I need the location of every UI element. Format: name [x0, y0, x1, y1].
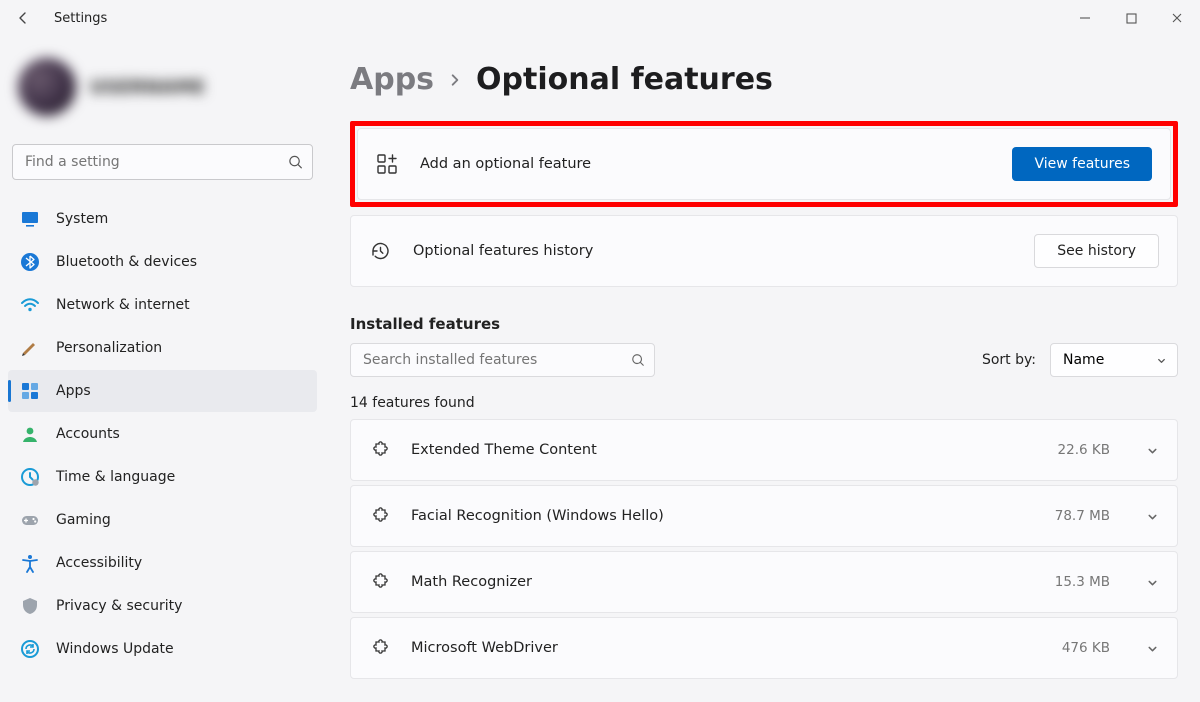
nav-list: System Bluetooth & devices Network & inter… [8, 198, 317, 670]
feature-row[interactable]: Microsoft WebDriver 476 KB [350, 617, 1178, 679]
chevron-down-icon [1156, 355, 1167, 366]
puzzle-icon [369, 440, 389, 460]
feature-row[interactable]: Math Recognizer 15.3 MB [350, 551, 1178, 613]
sidebar-item-network[interactable]: Network & internet [8, 284, 317, 326]
feature-name: Extended Theme Content [411, 442, 1036, 458]
sidebar-item-label: Apps [56, 383, 91, 399]
sidebar-item-label: Accessibility [56, 555, 142, 571]
maximize-button[interactable] [1108, 0, 1154, 36]
sort-dropdown[interactable]: Name [1050, 343, 1178, 377]
history-label: Optional features history [413, 243, 1012, 259]
system-icon [20, 209, 40, 229]
avatar [18, 58, 76, 116]
main-content: Apps Optional features Add an optional f… [350, 50, 1178, 702]
accessibility-icon [20, 553, 40, 573]
sidebar-item-label: Network & internet [56, 297, 190, 313]
puzzle-icon [369, 572, 389, 592]
update-icon [20, 639, 40, 659]
feature-count: 14 features found [350, 395, 1178, 411]
search-icon [631, 353, 645, 367]
profile-row[interactable]: USERNAME [8, 50, 317, 132]
feature-size: 15.3 MB [1055, 574, 1110, 590]
sidebar-item-privacy[interactable]: Privacy & security [8, 585, 317, 627]
sidebar-item-update[interactable]: Windows Update [8, 628, 317, 670]
sidebar-item-accounts[interactable]: Accounts [8, 413, 317, 455]
sidebar-search [12, 144, 313, 180]
feature-row[interactable]: Facial Recognition (Windows Hello) 78.7 M… [350, 485, 1178, 547]
window-controls [1062, 0, 1200, 36]
add-feature-label: Add an optional feature [420, 156, 990, 172]
accounts-icon [20, 424, 40, 444]
sidebar-item-accessibility[interactable]: Accessibility [8, 542, 317, 584]
search-icon [288, 155, 303, 170]
network-icon [20, 295, 40, 315]
chevron-down-icon [1146, 576, 1159, 589]
annotation-highlight: Add an optional feature View features [350, 121, 1178, 207]
installed-search-input[interactable] [350, 343, 655, 377]
view-features-button[interactable]: View features [1012, 147, 1152, 181]
chevron-down-icon [1146, 642, 1159, 655]
sidebar-item-label: Privacy & security [56, 598, 182, 614]
feature-row[interactable]: Extended Theme Content 22.6 KB [350, 419, 1178, 481]
search-input[interactable] [12, 144, 313, 180]
privacy-icon [20, 596, 40, 616]
window-title: Settings [54, 11, 107, 26]
personalization-icon [20, 338, 40, 358]
see-history-button[interactable]: See history [1034, 234, 1159, 268]
minimize-button[interactable] [1062, 0, 1108, 36]
sidebar-item-system[interactable]: System [8, 198, 317, 240]
feature-name: Math Recognizer [411, 574, 1033, 590]
sidebar-item-gaming[interactable]: Gaming [8, 499, 317, 541]
feature-name: Microsoft WebDriver [411, 640, 1040, 656]
puzzle-icon [369, 638, 389, 658]
sidebar-item-label: System [56, 211, 108, 227]
feature-size: 476 KB [1062, 640, 1110, 656]
puzzle-icon [369, 506, 389, 526]
filter-row: Sort by: Name [350, 343, 1178, 377]
sidebar-item-time[interactable]: Time & language [8, 456, 317, 498]
sidebar-item-apps[interactable]: Apps [8, 370, 317, 412]
gaming-icon [20, 510, 40, 530]
time-icon [20, 467, 40, 487]
sidebar-item-label: Accounts [56, 426, 120, 442]
back-button[interactable] [6, 1, 40, 35]
page-title: Optional features [476, 62, 773, 97]
breadcrumb-parent[interactable]: Apps [350, 62, 434, 97]
chevron-down-icon [1146, 510, 1159, 523]
add-apps-icon [376, 153, 398, 175]
chevron-right-icon [448, 73, 462, 87]
sidebar-item-label: Windows Update [56, 641, 174, 657]
sort-value: Name [1063, 352, 1104, 368]
sidebar-item-label: Bluetooth & devices [56, 254, 197, 270]
feature-size: 78.7 MB [1055, 508, 1110, 524]
add-feature-card: Add an optional feature View features [357, 128, 1171, 200]
sidebar: USERNAME System Bluetooth & devices Networ… [0, 50, 325, 702]
bluetooth-icon [20, 252, 40, 272]
breadcrumb: Apps Optional features [350, 62, 1178, 97]
chevron-down-icon [1146, 444, 1159, 457]
installed-heading: Installed features [350, 315, 1178, 333]
titlebar: Settings [0, 0, 1200, 36]
history-card: Optional features history See history [350, 215, 1178, 287]
sidebar-item-bluetooth[interactable]: Bluetooth & devices [8, 241, 317, 283]
feature-name: Facial Recognition (Windows Hello) [411, 508, 1033, 524]
sidebar-item-personalization[interactable]: Personalization [8, 327, 317, 369]
sidebar-item-label: Time & language [56, 469, 175, 485]
sidebar-item-label: Personalization [56, 340, 162, 356]
profile-name: USERNAME [90, 77, 205, 98]
feature-size: 22.6 KB [1058, 442, 1110, 458]
close-button[interactable] [1154, 0, 1200, 36]
history-icon [369, 240, 391, 262]
sort-label: Sort by: [982, 352, 1036, 368]
sidebar-item-label: Gaming [56, 512, 111, 528]
apps-icon [20, 381, 40, 401]
feature-list: Extended Theme Content 22.6 KB Facial Reco… [350, 419, 1178, 679]
